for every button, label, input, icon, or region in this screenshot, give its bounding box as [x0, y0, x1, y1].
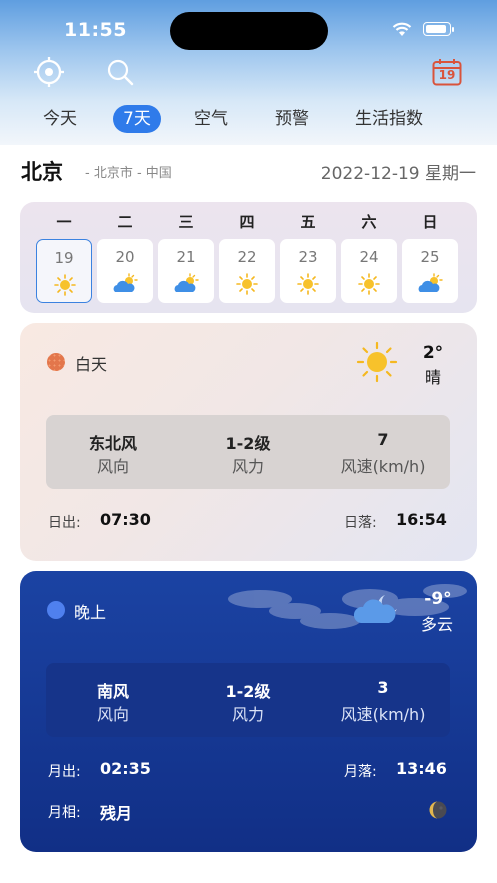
weekday-label: 一 — [56, 213, 72, 231]
weekday-label: 四 — [239, 213, 255, 231]
nighttime-wind-panel: 南风 风向 1-2级 风力 3 风速(km/h) — [46, 663, 450, 737]
nighttime-label: 晚上 — [74, 603, 107, 622]
tab-air[interactable]: 空气 — [194, 105, 228, 133]
weekday-label: 三 — [178, 213, 194, 231]
sunny-icon — [235, 273, 259, 299]
daytime-dot-icon — [47, 353, 65, 371]
sunny-icon — [53, 274, 77, 300]
daytime-temperature: 2° — [422, 343, 444, 363]
tab-life-index[interactable]: 生活指数 — [355, 105, 423, 133]
wind-speed-label: 风速(km/h) — [340, 457, 426, 476]
daytime-condition: 晴 — [424, 368, 441, 387]
wind-direction-value: 南风 — [96, 682, 129, 701]
wind-direction-label: 风向 — [96, 705, 129, 724]
tab-7day[interactable]: 7天 — [113, 105, 161, 133]
cloudy-moon-icon — [353, 595, 397, 623]
daytime-label: 白天 — [75, 355, 108, 374]
daytime-card: 白天 2° 晴 东北风 风向 1-2级 风力 7 风速(km/h) 日出: 07… — [20, 323, 477, 561]
wind-speed-value: 7 — [377, 430, 389, 449]
weekday-label: 五 — [300, 213, 316, 231]
battery-icon — [423, 22, 454, 36]
sunny-icon — [296, 273, 320, 299]
wind-force-label: 风力 — [231, 457, 264, 476]
sunny-icon — [357, 273, 381, 299]
day-number: 22 — [237, 248, 257, 266]
wind-force-label: 风力 — [231, 705, 264, 724]
wind-direction-label: 风向 — [96, 457, 129, 476]
tab-bar: 今天 7天 空气 预警 生活指数 — [0, 100, 497, 138]
nighttime-card: 晚上 -9° 多云 南风 风向 1-2级 风力 3 风速(km/h) 月出: 0… — [20, 571, 477, 852]
moon-phase-icon — [429, 801, 447, 819]
calendar-icon-day: 19 — [438, 68, 456, 82]
wind-direction-value: 东北风 — [88, 434, 137, 453]
sunrise-time: 07:30 — [100, 510, 151, 529]
wind-speed-label: 风速(km/h) — [340, 705, 426, 724]
moonrise-time: 02:35 — [100, 759, 151, 778]
calendar-icon[interactable]: 19 — [432, 58, 462, 86]
week-selector: 一 19 二 20 三 21 四 22 五 23 六 24 日 25 — [20, 202, 477, 313]
sunset-label: 日落: — [344, 515, 377, 531]
wifi-icon — [392, 22, 412, 36]
status-time: 11:55 — [64, 19, 127, 41]
weekday-label: 二 — [117, 213, 133, 231]
day-number: 25 — [420, 248, 440, 266]
day-number: 23 — [298, 248, 318, 266]
wind-speed-value: 3 — [377, 678, 389, 697]
weekday-label: 六 — [361, 213, 377, 231]
moonrise-label: 月出: — [48, 764, 81, 780]
sunrise-label: 日出: — [48, 515, 81, 531]
day-button-24[interactable]: 24 — [341, 239, 397, 303]
day-button-20[interactable]: 20 — [97, 239, 153, 303]
wind-force-value: 1-2级 — [225, 682, 271, 701]
day-number: 20 — [115, 248, 135, 266]
cloudy-sun-icon — [112, 273, 138, 299]
current-date: 2022-12-19 星期一 — [320, 164, 476, 184]
tab-today[interactable]: 今天 — [43, 105, 77, 133]
cloudy-sun-icon — [417, 273, 443, 299]
tab-warning[interactable]: 预警 — [275, 105, 309, 133]
nighttime-dot-icon — [47, 601, 65, 619]
search-icon[interactable] — [104, 58, 136, 88]
moon-phase-value: 残月 — [100, 804, 133, 823]
day-button-25[interactable]: 25 — [402, 239, 458, 303]
cloudy-sun-icon — [173, 273, 199, 299]
day-number: 21 — [176, 248, 196, 266]
day-number: 24 — [359, 248, 379, 266]
daytime-wind-panel: 东北风 风向 1-2级 风力 7 风速(km/h) — [46, 415, 450, 489]
location-row: 北京 - 北京市 - 中国 2022-12-19 星期一 — [0, 148, 497, 192]
wind-force-value: 1-2级 — [225, 434, 271, 453]
region-name: - 北京市 - 中国 — [85, 166, 172, 181]
day-button-22[interactable]: 22 — [219, 239, 275, 303]
moonset-label: 月落: — [344, 764, 377, 780]
nighttime-temperature: -9° — [424, 589, 452, 609]
dynamic-island — [170, 12, 328, 50]
city-name: 北京 — [21, 160, 63, 184]
sunny-icon — [356, 341, 398, 383]
status-bar: 11:55 — [0, 0, 497, 52]
sunset-time: 16:54 — [396, 510, 447, 529]
day-number: 19 — [54, 249, 74, 267]
day-button-23[interactable]: 23 — [280, 239, 336, 303]
day-button-21[interactable]: 21 — [158, 239, 214, 303]
weekday-label: 日 — [422, 213, 438, 231]
moon-phase-label: 月相: — [48, 805, 81, 821]
nighttime-condition: 多云 — [420, 615, 453, 634]
day-button-19[interactable]: 19 — [36, 239, 92, 303]
moonset-time: 13:46 — [396, 759, 447, 778]
crosshair-icon[interactable] — [32, 56, 66, 88]
